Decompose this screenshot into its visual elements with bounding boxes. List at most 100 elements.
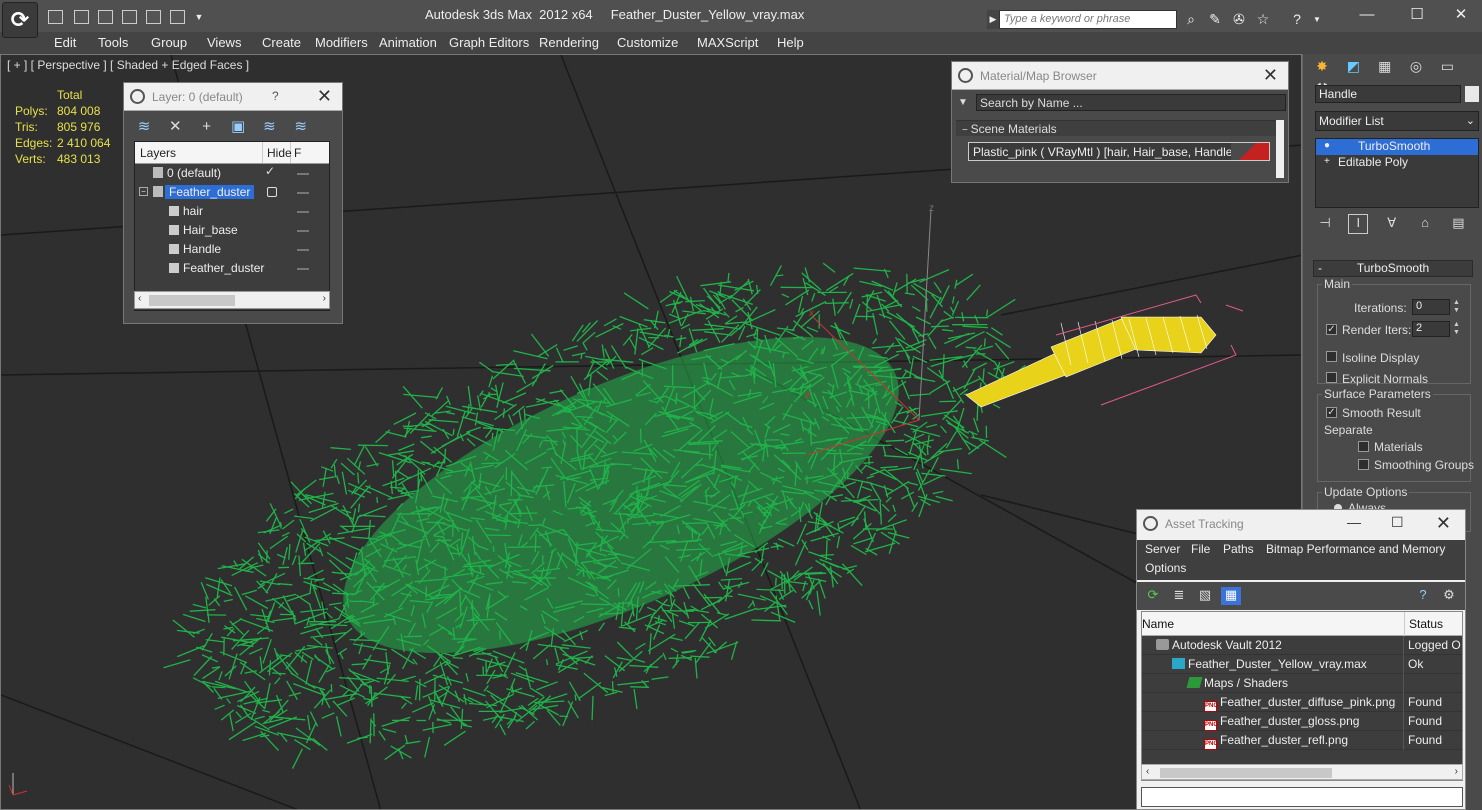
undo-icon[interactable]	[122, 10, 137, 24]
explicit-normals-checkbox[interactable]	[1326, 372, 1337, 383]
hide-toggle[interactable]	[297, 211, 309, 213]
scroll-thumb[interactable]	[1160, 768, 1332, 778]
stack-item-turbosmooth[interactable]: ● TurboSmooth	[1316, 139, 1478, 155]
search-expand-icon[interactable]: ▶	[987, 10, 999, 29]
save-file-icon[interactable]	[98, 10, 113, 24]
asset-menu-options[interactable]: Options	[1145, 561, 1186, 575]
gizmo-z-axis[interactable]	[918, 209, 932, 421]
refresh-icon[interactable]: ⟳	[1143, 587, 1163, 605]
menu-tools[interactable]: Tools	[98, 35, 128, 50]
object-name-field[interactable]: Handle	[1315, 85, 1461, 103]
browser-options-dropdown-icon[interactable]: ▼	[958, 97, 968, 108]
material-vertical-scrollbar[interactable]	[1276, 120, 1284, 178]
render-iters-spinner[interactable]: 2	[1412, 321, 1450, 337]
modifier-list-dropdown[interactable]: Modifier List ⌄	[1315, 111, 1479, 131]
close-icon[interactable]: ✕	[1446, 5, 1476, 25]
add-to-layer-icon[interactable]: +	[197, 118, 217, 138]
menu-create[interactable]: Create	[262, 35, 301, 50]
layer-row[interactable]: Handle	[135, 240, 329, 259]
light-bulb-icon[interactable]: ●	[1324, 140, 1330, 151]
iterations-spinner[interactable]: 0	[1412, 299, 1450, 315]
material-search-input[interactable]: Search by Name ...	[976, 94, 1286, 111]
asset-maximize-icon[interactable]: ☐	[1391, 514, 1404, 531]
communication-center-icon[interactable]: ✇	[1230, 11, 1248, 28]
favorites-star-icon[interactable]: ☆	[1254, 11, 1272, 28]
open-file-icon[interactable]	[74, 10, 89, 24]
expand-icon[interactable]: +	[1324, 156, 1330, 167]
layer-horizontal-scrollbar[interactable]: ‹ ›	[134, 291, 330, 309]
menu-group[interactable]: Group	[151, 35, 187, 50]
redo-icon[interactable]	[146, 10, 161, 24]
name-column-header[interactable]: Name	[1142, 617, 1174, 631]
collapse-icon[interactable]: −	[139, 187, 148, 196]
asset-close-icon[interactable]: ✕	[1436, 513, 1451, 534]
asset-menu-file[interactable]: File	[1191, 542, 1210, 556]
menu-maxscript[interactable]: MAXScript	[697, 35, 758, 50]
asset-minimize-icon[interactable]: —	[1347, 514, 1361, 530]
modifier-stack[interactable]: ● TurboSmooth + Editable Poly	[1315, 138, 1479, 208]
turbosmooth-rollout-header[interactable]: - TurboSmooth	[1313, 260, 1473, 277]
object-color-swatch[interactable]	[1465, 86, 1479, 102]
asset-row[interactable]: Feather_Duster_Yellow_vray.max Ok	[1142, 655, 1462, 674]
menu-customize[interactable]: Customize	[617, 35, 678, 50]
hide-toggle[interactable]	[297, 173, 309, 175]
layer-row[interactable]: Hair_base	[135, 221, 329, 240]
stack-item-editable-poly[interactable]: + Editable Poly	[1316, 155, 1478, 171]
project-folder-icon[interactable]	[170, 10, 185, 24]
asset-row[interactable]: PNG Feather_duster_gloss.png Found	[1142, 712, 1462, 731]
layer-dialog-titlebar[interactable]: Layer: 0 (default) ? ✕	[124, 83, 342, 111]
scroll-left-icon[interactable]: ‹	[1146, 766, 1149, 777]
asset-path-field[interactable]	[1141, 787, 1463, 807]
asset-menu-bitmap-performance[interactable]: Bitmap Performance and Memory	[1266, 542, 1445, 556]
subscription-icon[interactable]: ✎	[1206, 11, 1224, 28]
rollout-collapse-icon[interactable]: -	[1318, 261, 1322, 275]
remove-modifier-icon[interactable]: ⌂	[1415, 215, 1435, 235]
scroll-left-icon[interactable]: ‹	[138, 293, 141, 304]
status-column-header[interactable]: Status	[1404, 612, 1443, 636]
list-view-icon[interactable]: ≣	[1169, 587, 1189, 605]
separate-materials-checkbox[interactable]	[1358, 441, 1369, 452]
feather-duster-handle[interactable]	[965, 314, 1217, 408]
binoculars-icon[interactable]: ⌕	[1182, 11, 1200, 28]
quick-access-dropdown-icon[interactable]: ▼	[190, 9, 208, 26]
display-tab-icon[interactable]: ▭	[1436, 58, 1458, 80]
layers-column-header[interactable]: Layers	[135, 142, 263, 163]
render-iters-checkbox[interactable]: ✓	[1326, 324, 1337, 335]
menu-graph-editors[interactable]: Graph Editors	[449, 35, 529, 50]
hierarchy-tab-icon[interactable]: ▦	[1374, 58, 1396, 80]
hide-toggle[interactable]	[297, 268, 309, 270]
menu-edit[interactable]: Edit	[54, 35, 76, 50]
make-unique-icon[interactable]: ∀	[1382, 215, 1402, 235]
menu-modifiers[interactable]: Modifiers	[315, 35, 368, 50]
hide-toggle[interactable]	[297, 249, 309, 251]
viewport-label[interactable]: [ + ] [ Perspective ] [ Shaded + Edged F…	[7, 58, 249, 72]
asset-row[interactable]: Maps / Shaders	[1142, 674, 1462, 693]
menu-help[interactable]: Help	[777, 35, 804, 50]
show-end-result-icon[interactable]: I	[1348, 214, 1369, 234]
new-file-icon[interactable]	[48, 10, 63, 24]
spinner-arrows-icon[interactable]: ▲ ▼	[1452, 299, 1461, 315]
layer-row[interactable]: 0 (default) ✓	[135, 164, 329, 183]
motion-tab-icon[interactable]: ◎	[1405, 58, 1427, 80]
asset-row[interactable]: PNG Feather_duster_diffuse_pink.png Found	[1142, 693, 1462, 712]
hide-column-header[interactable]: Hide	[263, 142, 292, 163]
help-dropdown-icon[interactable]: ▼	[1308, 11, 1326, 28]
menu-rendering[interactable]: Rendering	[539, 35, 599, 50]
material-browser-titlebar[interactable]: Material/Map Browser ✕	[952, 62, 1288, 90]
menu-animation[interactable]: Animation	[379, 35, 437, 50]
vault-settings-icon[interactable]: ⚙	[1439, 587, 1459, 605]
select-in-layer-icon[interactable]: ▣	[228, 117, 248, 137]
menu-views[interactable]: Views	[207, 35, 241, 50]
app-logo-icon[interactable]: ⟳	[2, 2, 38, 38]
delete-layer-icon[interactable]: ✕	[165, 117, 185, 137]
current-layer-check-icon[interactable]: ✓	[265, 164, 275, 178]
asset-menu-server[interactable]: Server	[1145, 542, 1180, 556]
scroll-right-icon[interactable]: ›	[323, 293, 326, 304]
create-tab-icon[interactable]: ✸	[1311, 58, 1333, 80]
asset-menu-paths[interactable]: Paths	[1223, 542, 1254, 556]
asset-horizontal-scrollbar[interactable]: ‹ ›	[1141, 764, 1463, 780]
separate-smoothing-groups-checkbox[interactable]	[1358, 459, 1369, 470]
layer-help-button[interactable]: ?	[272, 89, 279, 103]
scroll-right-icon[interactable]: ›	[1455, 766, 1458, 777]
make-current-icon[interactable]	[267, 187, 277, 197]
